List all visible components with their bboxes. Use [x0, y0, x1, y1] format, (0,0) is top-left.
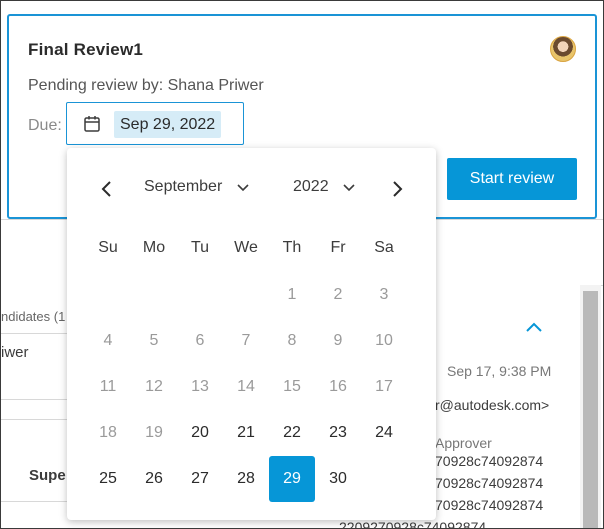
weekday-label: Su	[98, 239, 118, 256]
chevron-down-icon	[237, 184, 249, 191]
activity-panel: Sep 17, 9:38 PM r@autodesk.com> Approver…	[339, 285, 580, 528]
divider	[1, 419, 67, 420]
calendar-day: 18	[99, 424, 117, 441]
activity-email: r@autodesk.com>	[435, 397, 550, 413]
calendar-day: 9	[333, 332, 343, 349]
calendar-day: 14	[237, 378, 255, 395]
calendar-day: 15	[283, 378, 301, 395]
calendar-day[interactable]: 24	[361, 410, 407, 456]
calendar-day[interactable]: 20	[177, 410, 223, 456]
divider	[1, 399, 67, 400]
weekday-label: Mo	[142, 239, 166, 256]
weekday-label: Th	[282, 239, 302, 256]
weekday-label: We	[234, 239, 258, 256]
activity-timestamp: Sep 17, 9:38 PM	[447, 363, 552, 379]
due-date-value: Sep 29, 2022	[114, 111, 222, 138]
selected-day[interactable]: 29	[269, 456, 315, 502]
divider	[1, 333, 67, 334]
due-label: Due:	[28, 117, 62, 134]
calendar-day: 7	[241, 332, 251, 349]
calendar-day[interactable]: 30	[315, 456, 361, 502]
calendar-day[interactable]: 26	[131, 456, 177, 502]
calendar-day[interactable]: 27	[177, 456, 223, 502]
activity-hash: 70928c74092874	[435, 453, 544, 469]
calendar-day: 16	[329, 378, 347, 395]
activity-hash: 70928c74092874	[435, 497, 544, 513]
year-value: 2022	[293, 178, 329, 195]
avatar[interactable]	[550, 36, 576, 62]
month-select[interactable]: September	[144, 178, 249, 196]
calendar-day: 6	[195, 332, 205, 349]
chevron-right-icon[interactable]	[387, 179, 407, 199]
column-header: Supe	[29, 467, 66, 484]
candidate-name[interactable]: iwer	[1, 344, 29, 361]
calendar-day: 3	[379, 286, 389, 303]
weekday-label: Sa	[374, 239, 394, 256]
chevron-left-icon[interactable]	[97, 179, 117, 199]
calendar-day[interactable]: 23	[315, 410, 361, 456]
calendar-day: 5	[149, 332, 159, 349]
calendar-day: 12	[145, 378, 163, 395]
calendar-day: 1	[287, 286, 297, 303]
calendar-day[interactable]: 22	[269, 410, 315, 456]
date-picker: September 2022 Su Mo Tu We Th Fr Sa 1234567891…	[67, 148, 436, 520]
calendar-day[interactable]: 28	[223, 456, 269, 502]
weekday-label: Tu	[190, 239, 210, 256]
calendar-day: 11	[99, 378, 117, 395]
activity-hash: 2209270928c74092874	[339, 519, 487, 529]
due-date-field[interactable]: Sep 29, 2022	[66, 102, 244, 145]
divider	[1, 501, 67, 502]
activity-role: Approver	[435, 435, 492, 451]
review-title: Final Review1	[28, 40, 144, 59]
app-window: ndidates (1 iwer Supe Sep 17, 9:38 PM r@…	[0, 0, 604, 529]
calendar-icon	[84, 116, 100, 132]
calendar-day: 17	[375, 378, 393, 395]
start-review-button[interactable]: Start review	[447, 158, 577, 200]
scrollbar-thumb[interactable]	[583, 291, 598, 528]
weekday-label: Fr	[330, 239, 346, 256]
candidates-label: ndidates (1	[1, 309, 66, 324]
chevron-down-icon	[343, 184, 355, 191]
calendar-day: 2	[333, 286, 343, 303]
pending-reviewer-text: Pending review by: Shana Priwer	[28, 77, 264, 94]
month-value: September	[144, 178, 223, 195]
calendar-day: 4	[103, 332, 113, 349]
chevron-up-icon[interactable]	[525, 321, 543, 333]
calendar-day: 13	[191, 378, 209, 395]
calendar-day: 19	[145, 424, 163, 441]
activity-hash: 70928c74092874	[435, 475, 544, 491]
calendar-day: 8	[287, 332, 297, 349]
year-select[interactable]: 2022	[293, 178, 355, 196]
calendar-day[interactable]: 21	[223, 410, 269, 456]
calendar-day[interactable]: 25	[85, 456, 131, 502]
calendar-day: 10	[375, 332, 393, 349]
